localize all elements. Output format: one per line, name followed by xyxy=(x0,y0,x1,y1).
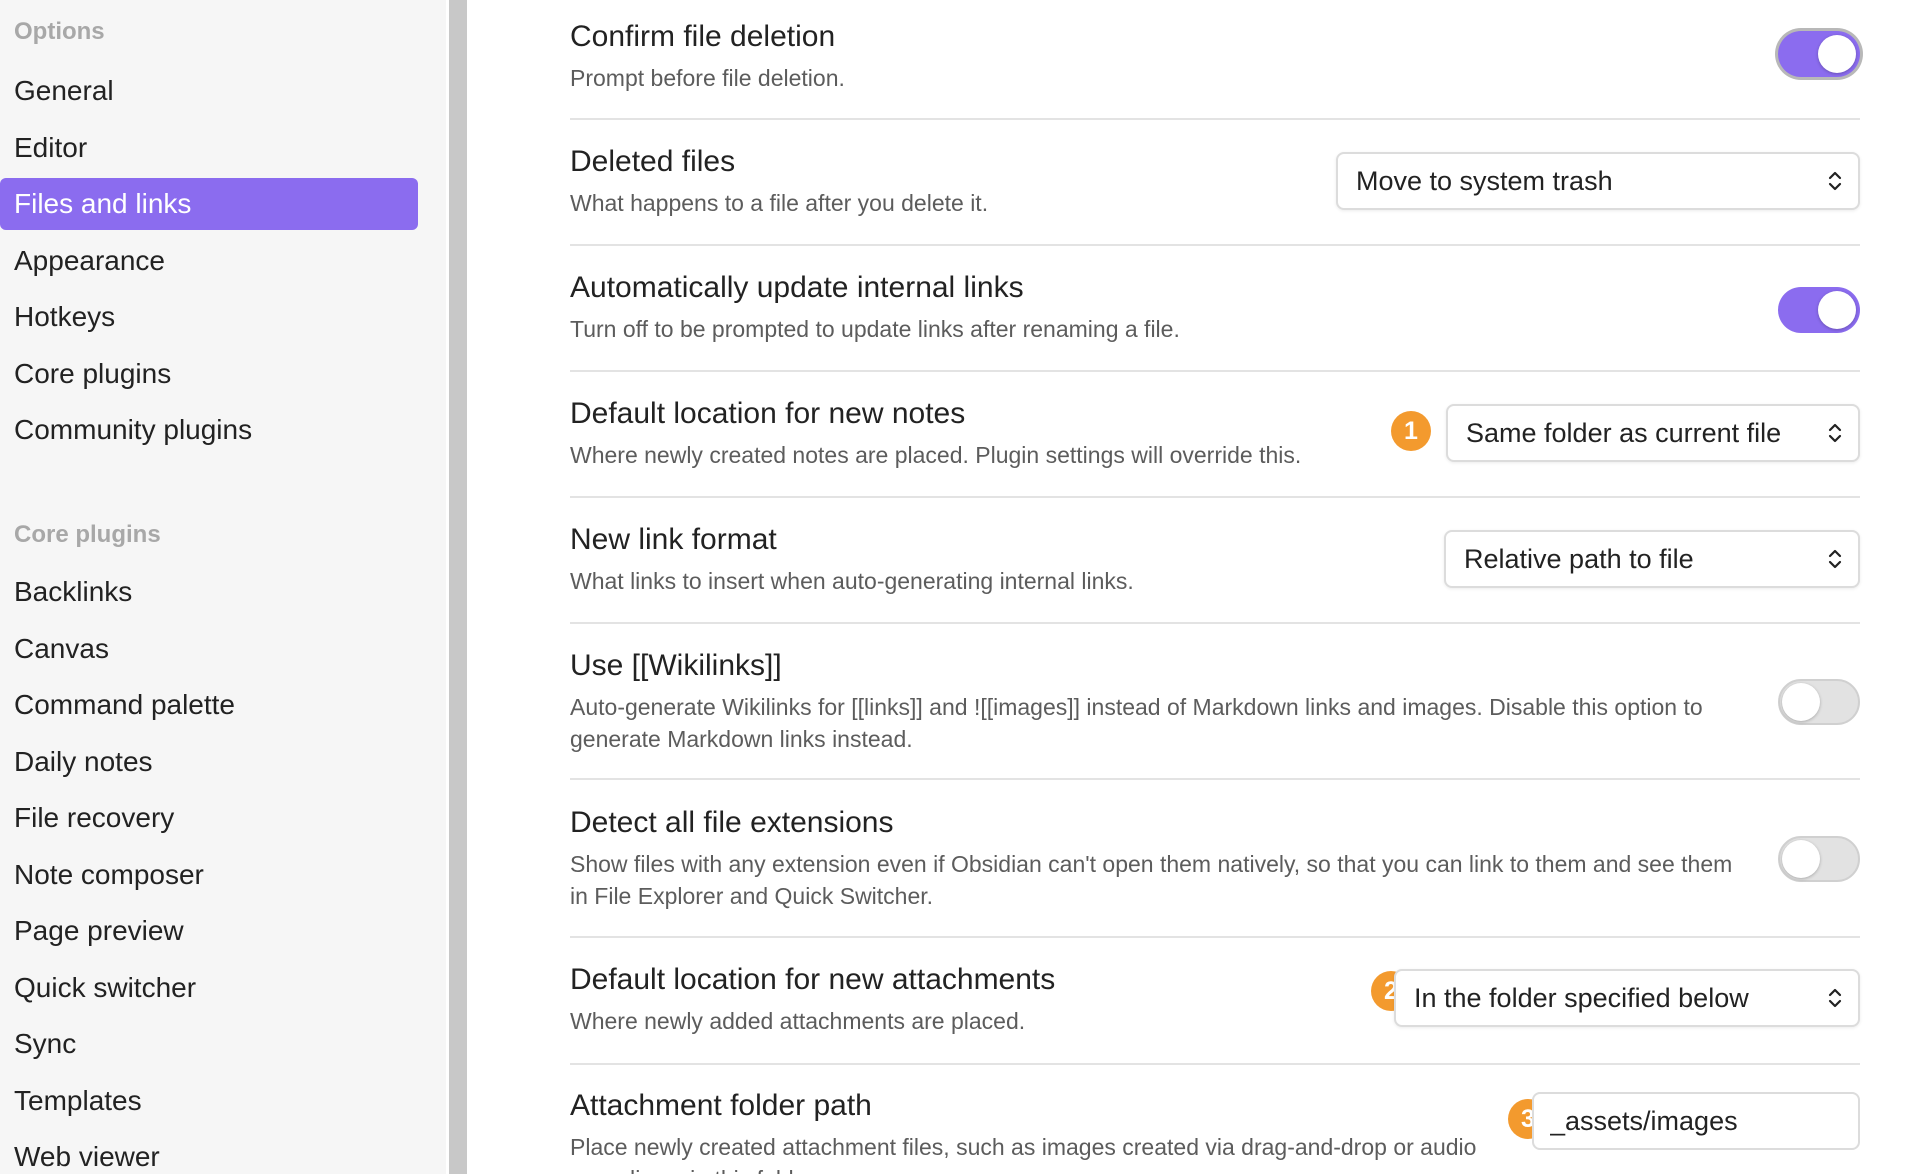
settings-sidebar: Options General Editor Files and links A… xyxy=(0,0,446,1174)
settings-window: Options General Editor Files and links A… xyxy=(0,0,1906,1174)
setting-name: Detect all file extensions xyxy=(570,806,894,839)
sidebar-item-file-recovery[interactable]: File recovery xyxy=(0,792,418,844)
setting-name: Use [[Wikilinks]] xyxy=(570,649,782,682)
sidebar-item-page-preview[interactable]: Page preview xyxy=(0,905,418,957)
use-wikilinks-toggle[interactable] xyxy=(1778,679,1860,725)
select-value: Move to system trash xyxy=(1356,165,1613,196)
sidebar-item-web-viewer[interactable]: Web viewer xyxy=(0,1131,418,1174)
setting-description: Where newly created notes are placed. Pl… xyxy=(570,442,1302,468)
setting-description: What happens to a file after you delete … xyxy=(570,190,989,216)
toggle-knob xyxy=(1818,35,1856,73)
sidebar-item-files-and-links[interactable]: Files and links xyxy=(0,178,418,230)
setting-auto-update-internal-links: Automatically update internal links Turn… xyxy=(570,271,1860,372)
setting-name: Deleted files xyxy=(570,145,736,178)
setting-description: Auto-generate Wikilinks for [[links]] an… xyxy=(570,694,1703,752)
settings-panel: Confirm file deletion Prompt before file… xyxy=(467,0,1906,1174)
detect-all-file-extensions-toggle[interactable] xyxy=(1778,836,1860,882)
setting-attachment-folder-path: Attachment folder path Place newly creat… xyxy=(570,1089,1860,1174)
toggle-knob xyxy=(1782,840,1820,878)
chevron-up-down-icon xyxy=(1828,549,1842,569)
chevron-up-down-icon xyxy=(1828,171,1842,191)
setting-description: Turn off to be prompted to update links … xyxy=(570,316,1180,342)
chevron-up-down-icon xyxy=(1828,423,1842,443)
sidebar-item-appearance[interactable]: Appearance xyxy=(0,235,418,287)
select-value: Same folder as current file xyxy=(1466,417,1782,448)
sidebar-item-templates[interactable]: Templates xyxy=(0,1075,418,1127)
setting-name: New link format xyxy=(570,523,777,556)
sidebar-section-options: Options xyxy=(14,18,105,45)
annotation-badge-1: 1 xyxy=(1391,411,1431,451)
sidebar-item-hotkeys[interactable]: Hotkeys xyxy=(0,291,418,343)
toggle-knob xyxy=(1782,683,1820,721)
setting-new-link-format: New link format What links to insert whe… xyxy=(570,523,1860,624)
setting-name: Confirm file deletion xyxy=(570,20,836,53)
setting-use-wikilinks: Use [[Wikilinks]] Auto-generate Wikilink… xyxy=(570,649,1860,780)
setting-name: Attachment folder path xyxy=(570,1089,872,1122)
default-location-new-notes-select[interactable]: Same folder as current file xyxy=(1446,404,1860,462)
sidebar-item-canvas[interactable]: Canvas xyxy=(0,623,418,675)
attachment-folder-path-input[interactable] xyxy=(1532,1092,1860,1150)
setting-description: Prompt before file deletion. xyxy=(570,65,845,91)
sidebar-item-core-plugins[interactable]: Core plugins xyxy=(0,348,418,400)
sidebar-scrollbar[interactable] xyxy=(449,0,467,1174)
sidebar-item-editor[interactable]: Editor xyxy=(0,122,418,174)
sidebar-section-core-plugins: Core plugins xyxy=(14,521,161,548)
setting-default-location-new-notes: Default location for new notes Where new… xyxy=(570,397,1860,498)
sidebar-item-general[interactable]: General xyxy=(0,65,418,117)
setting-name: Default location for new attachments xyxy=(570,963,1056,996)
toggle-knob xyxy=(1818,291,1856,329)
new-link-format-select[interactable]: Relative path to file xyxy=(1444,530,1860,588)
sidebar-item-note-composer[interactable]: Note composer xyxy=(0,849,418,901)
sidebar-item-backlinks[interactable]: Backlinks xyxy=(0,566,418,618)
setting-description: Where newly added attachments are placed… xyxy=(570,1008,1026,1034)
select-value: Relative path to file xyxy=(1464,543,1694,574)
setting-name: Automatically update internal links xyxy=(570,271,1024,304)
setting-default-location-new-attachments: Default location for new attachments Whe… xyxy=(570,963,1860,1065)
confirm-file-deletion-toggle[interactable] xyxy=(1778,31,1860,77)
setting-description: Show files with any extension even if Ob… xyxy=(570,851,1733,909)
deleted-files-select[interactable]: Move to system trash xyxy=(1336,152,1860,210)
sidebar-item-sync[interactable]: Sync xyxy=(0,1018,418,1070)
select-value: In the folder specified below xyxy=(1414,982,1749,1013)
auto-update-internal-links-toggle[interactable] xyxy=(1778,287,1860,333)
sidebar-item-community-plugins[interactable]: Community plugins xyxy=(0,404,418,456)
setting-deleted-files: Deleted files What happens to a file aft… xyxy=(570,145,1860,246)
chevron-up-down-icon xyxy=(1828,988,1842,1008)
sidebar-item-daily-notes[interactable]: Daily notes xyxy=(0,736,418,788)
setting-confirm-file-deletion: Confirm file deletion Prompt before file… xyxy=(570,20,1860,120)
sidebar-item-quick-switcher[interactable]: Quick switcher xyxy=(0,962,418,1014)
setting-description: What links to insert when auto-generatin… xyxy=(570,568,1134,594)
default-location-new-attachments-select[interactable]: In the folder specified below xyxy=(1394,969,1860,1027)
sidebar-item-command-palette[interactable]: Command palette xyxy=(0,679,418,731)
setting-description: Place newly created attachment files, su… xyxy=(570,1134,1477,1174)
setting-name: Default location for new notes xyxy=(570,397,966,430)
setting-detect-all-file-extensions: Detect all file extensions Show files wi… xyxy=(570,806,1860,938)
